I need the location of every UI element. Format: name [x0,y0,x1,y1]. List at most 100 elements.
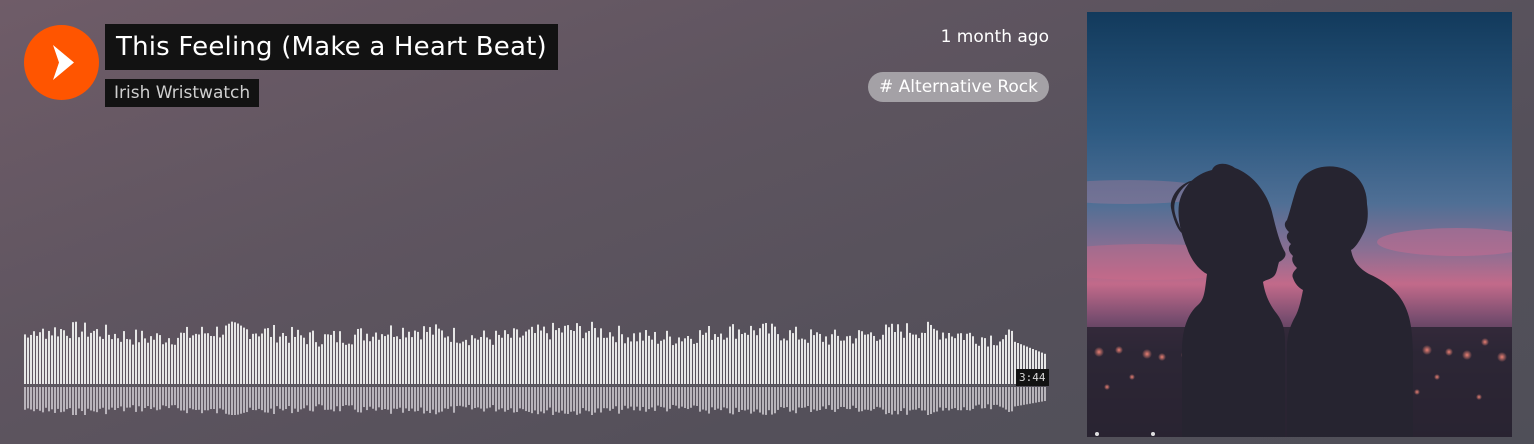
waveform-bar-reflection [633,387,635,411]
waveform-bar [489,339,491,384]
waveform-bar-reflection [96,387,98,413]
waveform-bar [999,341,1001,384]
album-artwork[interactable] [1087,12,1512,437]
waveform-bar [225,325,227,384]
waveform-bar-reflection [555,387,557,412]
waveform-bar-reflection [150,387,152,409]
waveform-bar [609,332,611,384]
waveform-bar [420,339,422,384]
waveform-bar [558,328,560,384]
waveform-bar [696,342,698,384]
waveform-bar [447,336,449,384]
waveform-bar-reflection [417,387,419,411]
waveform-bar-reflection [588,387,590,412]
artist-link[interactable]: Irish Wristwatch [105,79,260,107]
waveform-bar-reflection [579,387,581,414]
track-title-link[interactable]: This Feeling (Make a Heart Beat) [105,24,558,70]
waveform-bar [579,326,581,384]
waveform-bar [987,346,989,384]
waveform-bar [192,335,194,384]
waveform-bar [288,342,290,384]
waveform-bar [69,338,71,384]
waveform-bar-reflection [876,387,878,407]
waveform-bar-reflection [786,387,788,408]
waveform-bar [330,334,332,384]
waveform-bar [78,337,80,384]
waveform-bar-reflection [351,387,353,406]
waveform-bar [429,327,431,384]
waveform-bar-reflection [957,387,959,411]
waveform-bar-reflection [81,387,83,412]
waveform-bar [315,342,317,384]
waveform-bar-reflection [366,387,368,411]
waveform-bar-reflection [144,387,146,408]
waveform[interactable] [24,300,1049,415]
waveform-bar-reflection [885,387,887,415]
waveform-bar-reflection [828,387,830,406]
waveform-bar-reflection [936,387,938,412]
waveform-bar-reflection [759,387,761,413]
waveform-bar-reflection [42,387,44,413]
waveform-bar [150,336,152,384]
waveform-bar [699,330,701,384]
waveform-bar [504,330,506,384]
waveform-bar [717,336,719,384]
play-button[interactable] [24,25,99,100]
waveform-bar [729,326,731,384]
waveform-bar-reflection [204,387,206,411]
waveform-bar [423,326,425,384]
waveform-bar-reflection [153,387,155,408]
waveform-bar [201,326,203,384]
artist-name: Irish Wristwatch [114,83,251,103]
waveform-bar-reflection [159,387,161,410]
waveform-bar-reflection [564,387,566,414]
waveform-bar [507,334,509,384]
waveform-bar-reflection [423,387,425,414]
waveform-bar [714,334,716,384]
waveform-bar-reflection [360,387,362,413]
waveform-bar-reflection [723,387,725,408]
waveform-bar-reflection [603,387,605,409]
waveform-bar [624,343,626,384]
waveform-bar [801,338,803,384]
waveform-bar-reflection [1014,387,1016,407]
waveform-bar-reflection [696,387,698,406]
genre-tag[interactable]: # Alternative Rock [868,72,1049,102]
waveform-bar [126,339,128,384]
waveform-bar-reflection [141,387,143,412]
waveform-bar [933,328,935,384]
waveform-bar [960,333,962,384]
waveform-bar-reflection [486,387,488,409]
waveform-bar-reflection [522,387,524,410]
waveform-bar-reflection [375,387,377,411]
waveform-bar [618,325,620,384]
waveform-bar [531,326,533,384]
waveform-bar [582,338,584,384]
waveform-bar [723,339,725,384]
waveform-bar [270,336,272,384]
waveform-bar-reflection [930,387,932,415]
waveform-bar [462,341,464,384]
waveform-bar [216,326,218,384]
waveform-bar [549,339,551,384]
waveform-bar-reflection [291,387,293,414]
waveform-bar-reflection [249,387,251,408]
waveform-bar-reflection [891,387,893,415]
waveform-bar-reflection [624,387,626,406]
waveform-bar-reflection [606,387,608,409]
waveform-bar-reflection [441,387,443,412]
waveform-bar-reflection [753,387,755,412]
waveform-bar [666,330,668,384]
waveform-bar-reflection [192,387,194,410]
waveform-bar-reflection [942,387,944,411]
waveform-bar [645,330,647,384]
waveform-bar [111,339,113,384]
waveform-bar-reflection [129,387,131,408]
waveform-bar [816,332,818,384]
waveform-bar-reflection [180,387,182,411]
waveform-bar [405,337,407,384]
waveform-bar [885,324,887,384]
waveform-bar [777,334,779,384]
waveform-bar [768,333,770,384]
track-duration: 3:44 [1016,369,1049,386]
